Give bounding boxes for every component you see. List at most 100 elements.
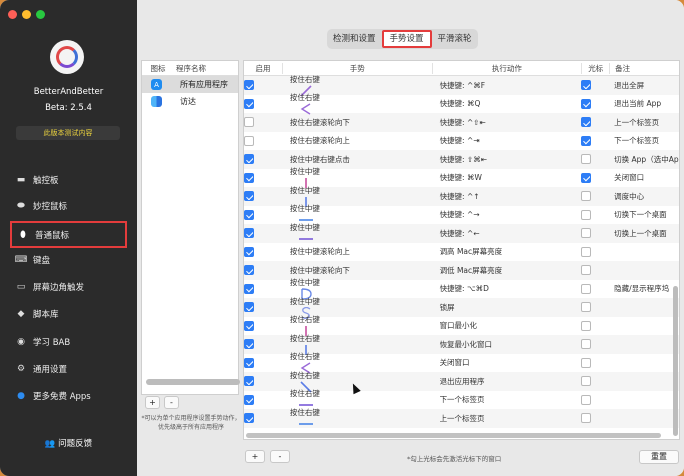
enable-checkbox[interactable] bbox=[244, 209, 254, 220]
app-row-all[interactable]: A 所有应用程序 bbox=[142, 76, 238, 93]
table-row[interactable]: 按住右键滚轮向下 快捷键: ^⇧⇤ 上一个标签页 bbox=[244, 113, 679, 132]
sidebar-item-learn[interactable]: ◉ 学习 BAB bbox=[10, 332, 127, 352]
note-cell[interactable]: 上一个标签页 bbox=[609, 117, 679, 128]
note-cell[interactable]: 切换下一个桌面 bbox=[609, 209, 679, 220]
add-app-button[interactable]: + bbox=[145, 396, 160, 409]
cursor-checkbox[interactable] bbox=[581, 283, 592, 294]
cursor-checkbox[interactable] bbox=[581, 228, 592, 239]
cursor-checkbox[interactable] bbox=[581, 191, 592, 202]
enable-checkbox[interactable] bbox=[244, 154, 254, 165]
remove-app-button[interactable]: - bbox=[164, 396, 179, 409]
action-cell[interactable]: 快捷键: ^← bbox=[432, 228, 582, 239]
cursor-checkbox[interactable] bbox=[581, 357, 592, 368]
action-cell[interactable]: 快捷键: ⌘Q bbox=[432, 98, 582, 109]
cursor-checkbox[interactable] bbox=[581, 80, 592, 91]
zoom-window-button[interactable] bbox=[36, 10, 45, 19]
note-cell[interactable]: 隐藏/显示程序坞 bbox=[609, 283, 679, 294]
note-cell[interactable]: 关闭窗口 bbox=[609, 172, 679, 183]
enable-checkbox[interactable] bbox=[244, 376, 254, 387]
action-cell[interactable]: 快捷键: ^⌘F bbox=[432, 80, 582, 91]
note-cell[interactable]: 切换上一个桌面 bbox=[609, 228, 679, 239]
cursor-checkbox[interactable] bbox=[581, 394, 592, 405]
enable-checkbox[interactable] bbox=[244, 117, 254, 128]
cursor-checkbox[interactable] bbox=[581, 413, 592, 424]
action-cell[interactable]: 锁屏 bbox=[432, 302, 582, 313]
cursor-checkbox[interactable] bbox=[581, 320, 592, 331]
minimize-window-button[interactable] bbox=[22, 10, 31, 19]
test-content-button[interactable]: 此版本测试内容 bbox=[16, 126, 120, 140]
enable-checkbox[interactable] bbox=[244, 302, 254, 313]
enable-checkbox[interactable] bbox=[244, 339, 254, 350]
sidebar-item-keyboard[interactable]: ⌨ 键盘 bbox=[10, 250, 127, 270]
cursor-checkbox[interactable] bbox=[581, 98, 592, 109]
action-cell[interactable]: 快捷键: ^⇧⇤ bbox=[432, 117, 582, 128]
enable-checkbox[interactable] bbox=[244, 320, 254, 331]
app-list-scrollbar[interactable] bbox=[146, 379, 240, 385]
note-cell[interactable]: 退出当前 App bbox=[609, 98, 679, 109]
action-cell[interactable]: 快捷键: ⇧⌘⇤ bbox=[432, 154, 582, 165]
action-cell[interactable]: 恢复最小化窗口 bbox=[432, 339, 582, 350]
action-cell[interactable]: 关闭窗口 bbox=[432, 357, 582, 368]
cursor-checkbox[interactable] bbox=[581, 339, 592, 350]
enable-checkbox[interactable] bbox=[244, 246, 254, 257]
tab-gesture-settings[interactable]: 手势设置 bbox=[381, 30, 432, 48]
note-cell[interactable]: 调度中心 bbox=[609, 191, 679, 202]
sidebar-item-more-apps[interactable]: ● 更多免费 Apps bbox=[10, 386, 127, 406]
cursor-checkbox[interactable] bbox=[581, 172, 592, 183]
table-row[interactable]: 按住中键滚轮向上 调高 Mac屏幕亮度 bbox=[244, 243, 679, 262]
sidebar-item-mouse[interactable]: ⬮ 普通鼠标 bbox=[10, 221, 127, 248]
enable-checkbox[interactable] bbox=[244, 265, 254, 276]
cursor-checkbox[interactable] bbox=[581, 376, 592, 387]
cursor-checkbox[interactable] bbox=[581, 302, 592, 313]
enable-checkbox[interactable] bbox=[244, 80, 254, 91]
action-cell[interactable]: 快捷键: ^⇥ bbox=[432, 135, 582, 146]
action-cell[interactable]: 上一个标签页 bbox=[432, 413, 582, 424]
enable-checkbox[interactable] bbox=[244, 413, 254, 424]
enable-checkbox[interactable] bbox=[244, 98, 254, 109]
cursor-checkbox[interactable] bbox=[581, 135, 592, 146]
action-cell[interactable]: 快捷键: ⌘W bbox=[432, 172, 582, 183]
tab-smooth-scroll[interactable]: 平滑滚轮 bbox=[432, 30, 478, 48]
tab-detect-settings[interactable]: 检测和设置 bbox=[327, 30, 382, 48]
action-cell[interactable]: 窗口最小化 bbox=[432, 320, 582, 331]
remove-gesture-button[interactable]: - bbox=[270, 450, 290, 463]
enable-checkbox[interactable] bbox=[244, 191, 254, 202]
cursor-checkbox[interactable] bbox=[581, 154, 592, 165]
enable-checkbox[interactable] bbox=[244, 357, 254, 368]
action-cell[interactable]: 下一个标签页 bbox=[432, 394, 582, 405]
table-row[interactable]: 按住右键 快捷键: ⌘Q 退出当前 App bbox=[244, 93, 679, 115]
cursor-checkbox[interactable] bbox=[581, 209, 592, 220]
note-cell[interactable]: 退出全屏 bbox=[609, 80, 679, 91]
cursor-checkbox[interactable] bbox=[581, 265, 592, 276]
add-gesture-button[interactable]: + bbox=[245, 450, 265, 463]
action-cell[interactable]: 快捷键: ⌥⌘D bbox=[432, 283, 582, 294]
cursor-checkbox[interactable] bbox=[581, 246, 592, 257]
cursor-checkbox[interactable] bbox=[581, 117, 592, 128]
feedback-button[interactable]: 👥 问题反馈 bbox=[0, 437, 137, 449]
action-cell[interactable]: 快捷键: ^↑ bbox=[432, 191, 582, 202]
enable-checkbox[interactable] bbox=[244, 283, 254, 294]
table-horizontal-scrollbar[interactable] bbox=[246, 433, 661, 438]
note-cell[interactable]: 切换 App（选中App） bbox=[609, 154, 679, 165]
table-row[interactable]: 按住右键滚轮向上 快捷键: ^⇥ 下一个标签页 bbox=[244, 132, 679, 151]
action-cell[interactable]: 调高 Mac屏幕亮度 bbox=[432, 246, 582, 257]
table-row[interactable]: 按住中键 快捷键: ^← 切换上一个桌面 bbox=[244, 223, 679, 243]
sidebar-item-magic-mouse[interactable]: ⬬ 妙控鼠标 bbox=[10, 196, 127, 216]
table-vertical-scrollbar[interactable] bbox=[673, 286, 678, 436]
close-window-button[interactable] bbox=[8, 10, 17, 19]
enable-checkbox[interactable] bbox=[244, 172, 254, 183]
action-cell[interactable]: 快捷键: ^→ bbox=[432, 209, 582, 220]
enable-checkbox[interactable] bbox=[244, 135, 254, 146]
sidebar-item-general[interactable]: ⚙ 通用设置 bbox=[10, 359, 127, 379]
action-cell[interactable]: 调低 Mac屏幕亮度 bbox=[432, 265, 582, 276]
reset-button[interactable]: 重置 bbox=[639, 450, 679, 464]
action-cell[interactable]: 退出应用程序 bbox=[432, 376, 582, 387]
enable-checkbox[interactable] bbox=[244, 394, 254, 405]
enable-checkbox[interactable] bbox=[244, 228, 254, 239]
sidebar-item-screen-corner[interactable]: ▭ 屏幕边角触发 bbox=[10, 277, 127, 297]
table-row[interactable]: 按住右键 上一个标签页 bbox=[244, 408, 679, 428]
note-cell[interactable]: 下一个标签页 bbox=[609, 135, 679, 146]
sidebar-item-scripts[interactable]: ◆ 脚本库 bbox=[10, 304, 127, 324]
sidebar-item-trackpad[interactable]: ▬ 触控板 bbox=[10, 170, 127, 190]
app-row-finder[interactable]: 访达 bbox=[142, 93, 238, 110]
